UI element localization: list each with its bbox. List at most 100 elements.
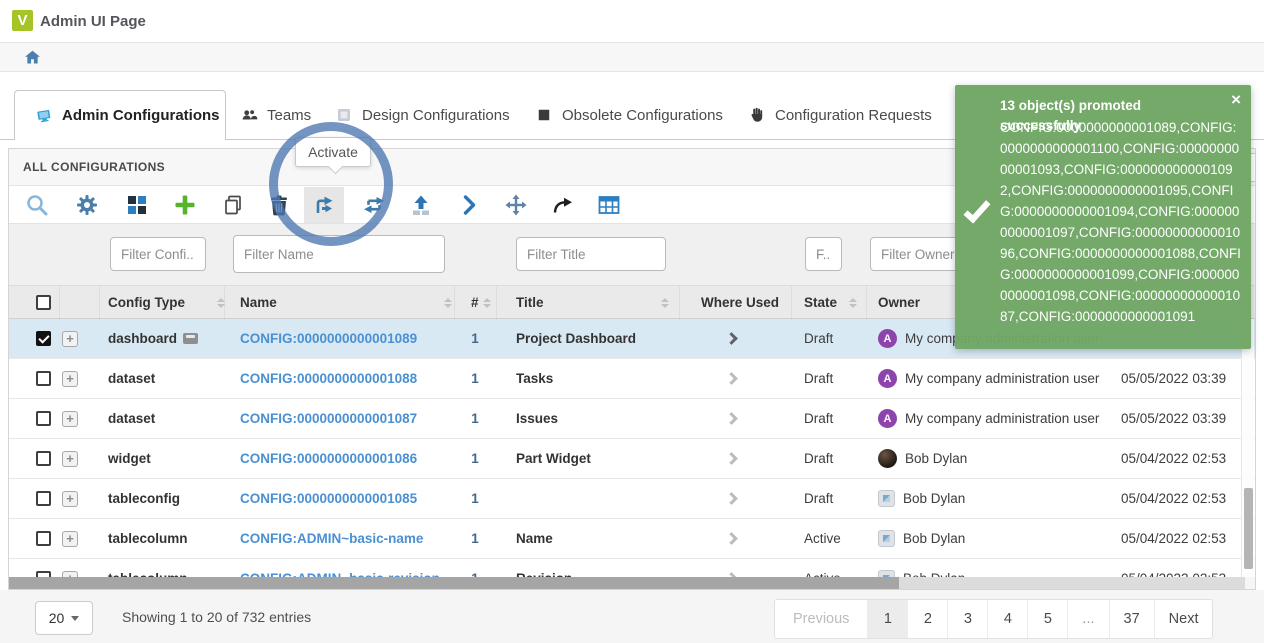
horizontal-scrollbar[interactable] [9,577,1245,590]
count-cell: 1 [461,399,489,438]
where-used-button[interactable] [681,479,781,518]
config-link[interactable]: CONFIG:0000000000001086 [240,439,417,478]
sort-icon[interactable] [483,298,491,308]
config-link[interactable]: CONFIG:0000000000001088 [240,359,417,398]
config-type-cell: widget [108,439,151,478]
expand-row-icon[interactable] [62,531,78,547]
design-icon [335,106,353,124]
expand-row-icon[interactable] [62,371,78,387]
vertical-scrollbar[interactable] [1241,319,1254,577]
row-checkbox[interactable] [36,531,51,546]
table-row[interactable]: dataset CONFIG:0000000000001087 1 Issues… [9,399,1255,439]
column-header-name[interactable]: Name [240,286,277,318]
page-size-value: 20 [49,610,65,626]
tab-admin-configurations[interactable]: Admin Configurations [14,90,226,140]
row-checkbox[interactable] [36,371,51,386]
select-all-checkbox[interactable] [36,295,51,310]
expand-row-icon[interactable] [62,411,78,427]
column-header-owner[interactable]: Owner [878,286,920,318]
row-checkbox[interactable] [36,451,51,466]
chevron-right-icon [725,492,738,505]
gear-icon[interactable] [67,187,107,223]
filter-title-input[interactable] [516,237,666,271]
config-link[interactable]: CONFIG:0000000000001087 [240,399,417,438]
dashboard-type-icon [183,333,198,344]
toast-message: CONFIG:0000000000001089,CONFIG:000000000… [1000,117,1243,327]
chevron-right-icon[interactable] [449,187,489,223]
page-size-dropdown[interactable]: 20 [35,601,93,635]
table-row[interactable]: tableconfig CONFIG:0000000000001085 1 Dr… [9,479,1255,519]
pagination-page-4[interactable]: 4 [987,600,1027,638]
sort-icon[interactable] [661,298,669,308]
pagination-previous[interactable]: Previous [775,600,867,638]
column-header-count[interactable]: # [471,286,479,318]
title-cell: Part Widget [516,439,591,478]
row-checkbox[interactable] [36,331,51,346]
where-used-button[interactable] [681,399,781,438]
table-row[interactable]: tablecolumn CONFIG:ADMIN~basic-name 1 Na… [9,519,1255,559]
pagination-page-1[interactable]: 1 [867,600,907,638]
column-header-config-type[interactable]: Config Type [108,286,185,318]
column-header-state[interactable]: State [804,286,837,318]
search-icon[interactable] [17,187,57,223]
move-icon[interactable] [496,187,536,223]
square-icon [535,106,553,124]
filter-state-input[interactable] [805,237,842,271]
config-link[interactable]: CONFIG:0000000000001089 [240,319,417,358]
add-icon[interactable] [165,187,205,223]
sort-icon[interactable] [849,298,857,308]
filter-name-input[interactable] [233,235,445,273]
state-cell: Draft [804,399,833,438]
table-view-icon[interactable] [589,187,629,223]
pagination: Previous 1 2 3 4 5 ... 37 Next [774,599,1213,639]
config-link[interactable]: CONFIG:0000000000001085 [240,479,417,518]
expand-row-icon[interactable] [62,491,78,507]
delete-icon[interactable] [259,187,299,223]
where-used-button[interactable] [681,439,781,478]
row-checkbox[interactable] [36,411,51,426]
config-link[interactable]: CONFIG:ADMIN~basic-name [240,519,423,558]
state-cell: Active [804,519,841,558]
activate-icon[interactable] [304,187,344,223]
upload-icon[interactable] [401,187,441,223]
tab-obsolete-configurations[interactable]: Obsolete Configurations [535,90,723,140]
expand-row-icon[interactable] [62,331,78,347]
caret-down-icon [71,616,79,621]
table-row[interactable]: dataset CONFIG:0000000000001088 1 Tasks … [9,359,1255,399]
section-title: ALL CONFIGURATIONS [23,160,165,174]
filter-config-type-input[interactable] [110,237,206,271]
where-used-button[interactable] [681,359,781,398]
chevron-right-icon [725,412,738,425]
config-type-cell: dataset [108,359,155,398]
where-used-button[interactable] [681,519,781,558]
close-icon[interactable]: × [1231,91,1241,108]
count-cell: 1 [461,519,489,558]
pagination-page-3[interactable]: 3 [947,600,987,638]
row-checkbox[interactable] [36,491,51,506]
column-header-title[interactable]: Title [516,286,544,318]
tab-teams[interactable]: Teams [240,90,311,140]
owner-avatar: A [878,329,897,348]
card-view-icon[interactable] [117,187,157,223]
owner-avatar [878,530,895,547]
pagination-page-5[interactable]: 5 [1027,600,1067,638]
tab-configuration-requests[interactable]: Configuration Requests [748,90,932,140]
tab-design-configurations[interactable]: Design Configurations [335,90,510,140]
pagination-page-37[interactable]: 37 [1109,600,1154,638]
vertical-scrollbar-thumb[interactable] [1244,488,1253,569]
app-header: V Admin UI Page [0,0,1264,42]
column-header-where-used[interactable]: Where Used [701,286,779,318]
copy-icon[interactable] [213,187,253,223]
forward-icon[interactable] [543,187,583,223]
horizontal-scrollbar-thumb[interactable] [9,577,899,590]
expand-row-icon[interactable] [62,451,78,467]
sort-icon[interactable] [444,298,452,308]
owner-avatar [878,490,895,507]
table-row[interactable]: widget CONFIG:0000000000001086 1 Part Wi… [9,439,1255,479]
pagination-next[interactable]: Next [1154,600,1213,638]
pagination-page-2[interactable]: 2 [907,600,947,638]
activate-toggle-icon[interactable] [354,187,394,223]
tab-label: Obsolete Configurations [562,107,723,124]
home-icon[interactable] [24,49,41,71]
where-used-button[interactable] [681,319,781,358]
